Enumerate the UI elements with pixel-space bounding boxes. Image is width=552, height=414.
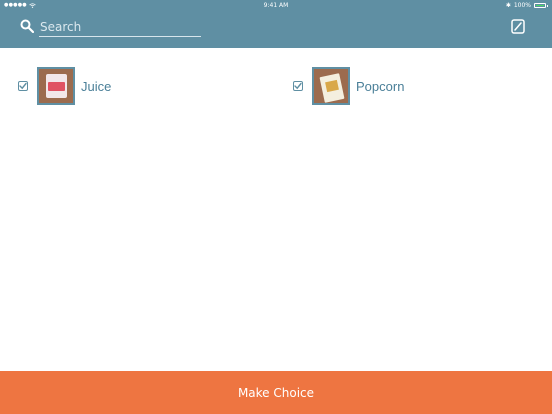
- make-choice-button[interactable]: Make Choice: [0, 371, 552, 414]
- item-label: Juice: [81, 78, 112, 94]
- status-bar: ●●●●● 9:41 AM ✱ 100%: [0, 0, 552, 11]
- status-time: 9:41 AM: [263, 2, 289, 9]
- item-checkbox[interactable]: [293, 81, 303, 91]
- status-right: ✱ 100%: [505, 0, 548, 11]
- search-input[interactable]: [39, 17, 201, 37]
- checkmark-icon: [294, 82, 302, 90]
- bluetooth-icon: ✱: [505, 2, 511, 9]
- list-item[interactable]: Popcorn: [293, 66, 404, 106]
- item-checkbox[interactable]: [18, 81, 28, 91]
- checkmark-icon: [19, 82, 27, 90]
- juice-thumbnail: [37, 67, 75, 105]
- item-label: Popcorn: [356, 78, 405, 94]
- battery-icon: [534, 3, 548, 8]
- list-item[interactable]: Juice: [18, 66, 111, 106]
- edit-icon[interactable]: [511, 19, 525, 34]
- top-bar: ●●●●● 9:41 AM ✱ 100%: [0, 0, 552, 48]
- popcorn-thumbnail: [312, 67, 350, 105]
- search-icon[interactable]: [20, 19, 34, 33]
- battery-percent: 100%: [513, 2, 531, 9]
